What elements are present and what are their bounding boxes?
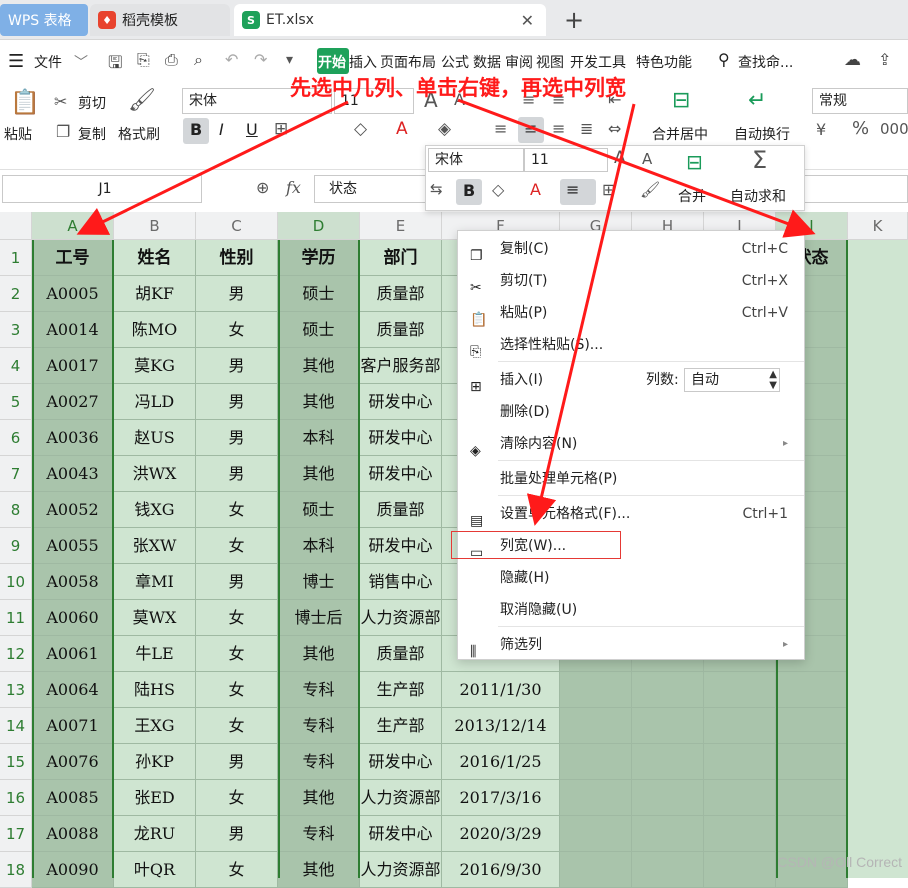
arrow-to-col-j [457,98,816,238]
arrow-to-col-a [76,100,349,235]
arrow-to-col-width [526,103,636,526]
annotation-arrows [76,98,816,526]
watermark: CSDN @Oll Correct [777,854,902,870]
